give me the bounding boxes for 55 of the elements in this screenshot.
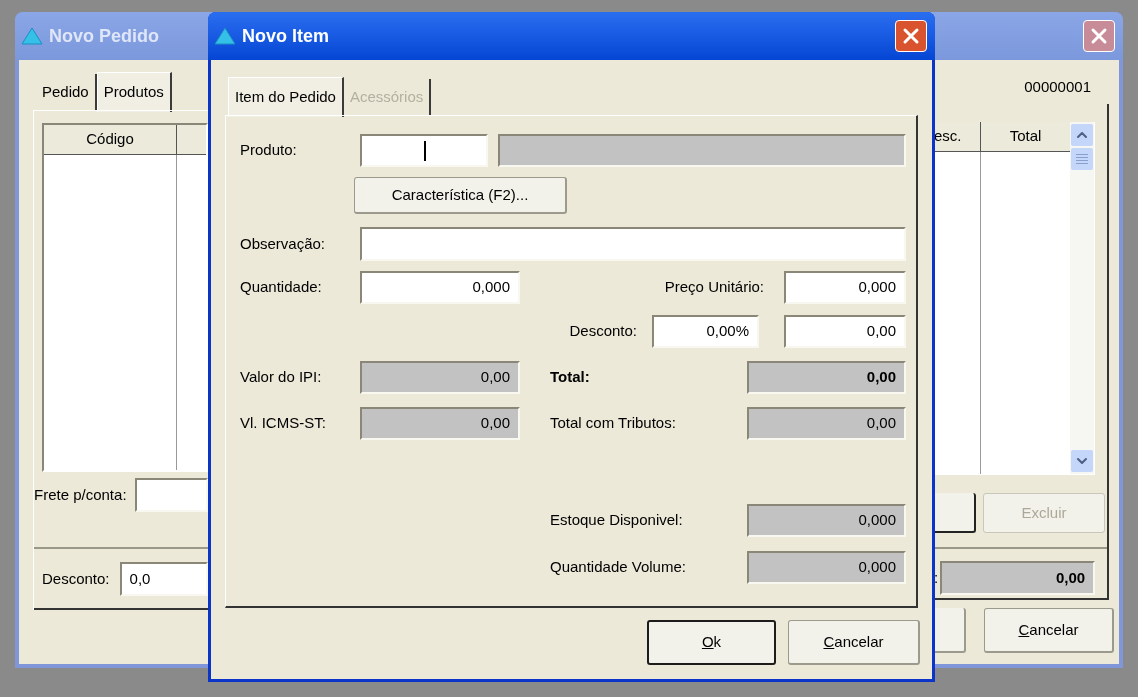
stock-field[interactable]: 0,000 [747, 551, 906, 584]
field-label: Vl. ICMS-ST: [240, 413, 327, 434]
total-field[interactable]: 0,00 [747, 407, 906, 440]
column-header[interactable]: esc. [934, 122, 981, 151]
scroll-bar[interactable] [1070, 122, 1094, 474]
discount-value-field[interactable]: 0,00 [784, 315, 906, 348]
field-label: Observação: [240, 233, 327, 254]
discount-field[interactable]: 0,0 [119, 562, 208, 596]
text-cursor [424, 140, 426, 161]
tax-field[interactable]: 0,00 [360, 407, 520, 440]
column-header[interactable]: Código [44, 125, 177, 154]
unit-price-field[interactable]: 0,000 [784, 271, 906, 304]
field-label: Valor do IPI: [240, 367, 323, 388]
feature-button[interactable]: Característica (F2)... [354, 177, 567, 214]
freight-field[interactable] [134, 478, 208, 512]
scroll-up-button[interactable] [1071, 124, 1093, 146]
window-title: Novo Item [242, 24, 329, 48]
product-name-field[interactable] [498, 134, 906, 167]
button[interactable] [934, 493, 976, 533]
field-label: Quantidade Volume: [550, 557, 687, 578]
close-icon [902, 27, 920, 45]
tax-field[interactable]: 0,00 [360, 361, 520, 394]
triangle-icon [21, 27, 43, 45]
field-label: : [934, 567, 939, 588]
field-label: Frete p/conta: [34, 484, 127, 505]
dialog-button[interactable]: Cancelar [984, 608, 1114, 653]
tab[interactable]: Item do Pedido [228, 77, 344, 117]
total-field[interactable]: 0,00 [747, 361, 906, 394]
field-label: Preço Unitário: [664, 277, 764, 298]
dialog-button[interactable]: Ok [647, 620, 776, 665]
order-number: 00000001 [1024, 76, 1091, 97]
field-label: Produto: [240, 140, 298, 161]
discount-percent-field[interactable]: 0,00% [652, 315, 759, 348]
field-label: Desconto: [569, 321, 637, 342]
column-header[interactable]: Total [981, 122, 1070, 151]
close-button[interactable] [1083, 20, 1115, 52]
total-field[interactable]: 0,00 [940, 561, 1096, 595]
window-title: Novo Pedido [49, 24, 159, 48]
button[interactable] [934, 608, 966, 653]
note-field[interactable] [360, 227, 906, 261]
product-code-field[interactable] [360, 134, 488, 167]
scroll-thumb[interactable] [1071, 148, 1093, 170]
dialog-button[interactable]: Cancelar [788, 620, 920, 665]
scroll-down-button[interactable] [1071, 450, 1093, 472]
stock-field[interactable]: 0,000 [747, 504, 906, 537]
field-label: Desconto: [42, 568, 110, 589]
close-button[interactable] [895, 20, 927, 52]
close-icon [1090, 27, 1108, 45]
field-label: Quantidade: [240, 277, 323, 298]
triangle-icon [214, 27, 236, 45]
field-label: Total com Tributos: [550, 413, 677, 434]
tab[interactable]: Produtos [96, 72, 172, 112]
field-label: Estoque Disponivel: [550, 510, 684, 531]
field-label: Total: [550, 367, 591, 388]
quantity-field[interactable]: 0,000 [360, 271, 520, 304]
